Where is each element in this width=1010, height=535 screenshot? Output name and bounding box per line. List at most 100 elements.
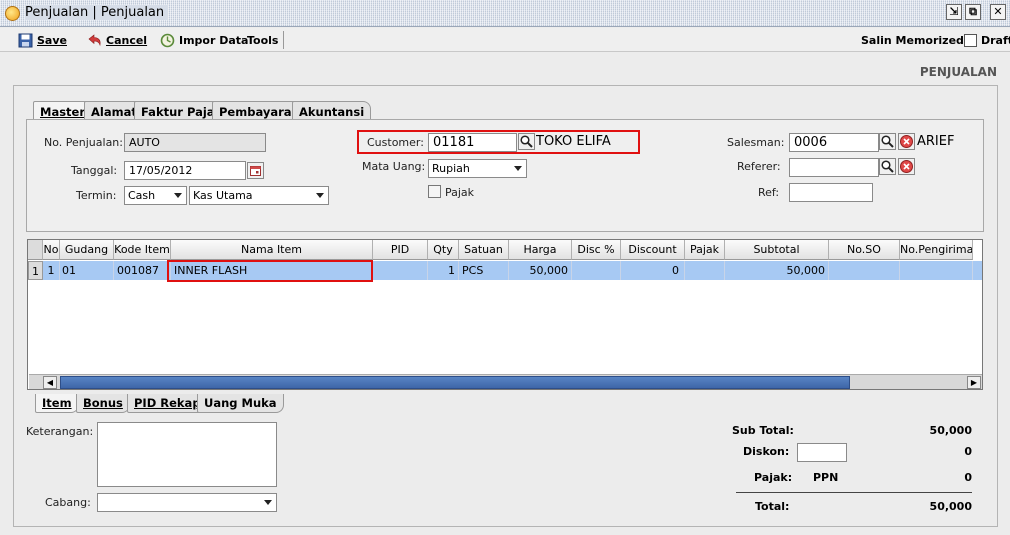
tools-menu-button[interactable]: Tools [247, 31, 278, 49]
referer-search-button[interactable] [879, 158, 896, 175]
tab-pid-rekap[interactable]: PID Rekap [127, 394, 208, 413]
col-gudang[interactable]: Gudang [60, 240, 114, 260]
diskon-field[interactable] [797, 443, 847, 462]
referer-label: Referer: [737, 160, 781, 173]
salesman-label: Salesman: [727, 136, 785, 149]
cell-pid[interactable] [373, 261, 428, 280]
col-no-pengiriman[interactable]: No.Pengiriman [900, 240, 973, 260]
col-pid[interactable]: PID [373, 240, 428, 260]
pajak-total-label: Pajak: [754, 471, 793, 484]
cell-disc-pct[interactable] [572, 261, 621, 280]
total-label: Total: [755, 500, 790, 513]
col-satuan[interactable]: Satuan [459, 240, 509, 260]
cell-pajak[interactable] [685, 261, 725, 280]
horizontal-scrollbar[interactable]: ◀ ▶ [29, 374, 982, 389]
restore-icon[interactable]: ⇲ [946, 4, 962, 20]
grid-corner [28, 240, 43, 260]
mata-uang-select[interactable]: Rupiah [428, 159, 527, 178]
scroll-thumb[interactable] [60, 376, 850, 389]
save-button[interactable]: Save [18, 31, 67, 49]
customer-name: TOKO ELIFA [536, 134, 611, 149]
pajak-label: Pajak [445, 186, 475, 199]
tab-uang-muka[interactable]: Uang Muka [197, 394, 284, 413]
col-qty[interactable]: Qty [428, 240, 459, 260]
referer-clear-button[interactable] [898, 158, 915, 175]
salesman-code-field[interactable]: 0006 [789, 133, 879, 152]
search-icon [881, 135, 894, 148]
tab-bonus[interactable]: Bonus [76, 394, 130, 413]
keterangan-textarea[interactable] [97, 422, 277, 487]
diskon-value: 0 [964, 445, 972, 458]
cell-qty[interactable]: 1 [428, 261, 459, 280]
cell-no-pengiriman[interactable] [900, 261, 973, 280]
diskon-label: Diskon: [743, 445, 790, 458]
salin-memorized-button[interactable]: Salin Memorized [861, 31, 964, 49]
toolbar-divider [283, 31, 284, 49]
no-penjualan-label: No. Penjualan: [44, 136, 123, 149]
cabang-select[interactable] [97, 493, 277, 512]
col-discount[interactable]: Discount [621, 240, 685, 260]
no-penjualan-field[interactable]: AUTO [124, 133, 266, 152]
chevron-down-icon [174, 193, 182, 198]
app-icon [5, 6, 20, 21]
referer-field[interactable] [789, 158, 879, 177]
clear-icon [900, 160, 913, 173]
row-number: 1 [28, 261, 43, 280]
search-icon [881, 160, 894, 173]
cell-no-so[interactable] [829, 261, 900, 280]
cell-discount[interactable]: 0 [621, 261, 685, 280]
pajak-total-value: 0 [964, 471, 972, 484]
col-disc-pct[interactable]: Disc % [572, 240, 621, 260]
customer-code-field[interactable]: 01181 [428, 133, 517, 152]
tanggal-field[interactable]: 17/05/2012 [124, 161, 246, 180]
total-value: 50,000 [929, 500, 972, 513]
col-harga[interactable]: Harga [509, 240, 572, 260]
draft-checkbox-box[interactable] [964, 33, 977, 47]
cabang-label: Cabang: [45, 496, 91, 509]
cancel-button[interactable]: Cancel [87, 31, 147, 49]
salesman-search-button[interactable] [879, 133, 896, 150]
popout-icon[interactable]: ⧉ [965, 4, 981, 20]
cell-subtotal[interactable]: 50,000 [725, 261, 829, 280]
window-title: Penjualan | Penjualan [25, 5, 169, 20]
pajak-checkbox[interactable] [428, 185, 441, 198]
col-no-so[interactable]: No.SO [829, 240, 900, 260]
draft-checkbox[interactable]: Draft [964, 31, 1010, 49]
cell-gudang[interactable]: 01 [60, 261, 114, 280]
import-data-button[interactable]: Impor Data [160, 31, 248, 49]
close-icon[interactable]: ✕ [990, 4, 1006, 20]
termin-select[interactable]: Cash [124, 186, 187, 205]
col-subtotal[interactable]: Subtotal [725, 240, 829, 260]
kas-select[interactable]: Kas Utama [189, 186, 329, 205]
cell-kode-item[interactable]: 001087 [114, 261, 171, 280]
item-grid: No Gudang Kode Item Nama Item PID Qty Sa… [27, 239, 983, 390]
scroll-left-icon[interactable]: ◀ [43, 376, 57, 389]
keterangan-label: Keterangan: [26, 425, 94, 438]
item-highlight [167, 260, 373, 282]
scroll-right-icon[interactable]: ▶ [967, 376, 981, 389]
cell-no[interactable]: 1 [43, 261, 60, 280]
cell-satuan[interactable]: PCS [459, 261, 509, 280]
tab-akuntansi[interactable]: Akuntansi [292, 101, 372, 120]
subtotal-label: Sub Total: [732, 424, 794, 437]
tab-item[interactable]: Item [35, 394, 79, 413]
ref-label: Ref: [758, 186, 780, 199]
customer-search-button[interactable] [518, 133, 535, 150]
col-pajak[interactable]: Pajak [685, 240, 725, 260]
salesman-name: ARIEF [917, 134, 955, 149]
col-kode-item[interactable]: Kode Item [114, 240, 171, 260]
mata-uang-label: Mata Uang: [362, 160, 426, 173]
tanggal-label: Tanggal: [71, 164, 118, 177]
search-icon [520, 135, 533, 148]
clear-icon [900, 135, 913, 148]
refresh-icon [160, 33, 175, 47]
page-title: PENJUALAN [919, 65, 997, 79]
total-divider [736, 492, 972, 493]
calendar-button[interactable] [247, 162, 264, 179]
ref-field[interactable] [789, 183, 873, 202]
col-nama-item[interactable]: Nama Item [171, 240, 373, 260]
termin-label: Termin: [76, 189, 117, 202]
col-no[interactable]: No [43, 240, 60, 260]
cell-harga[interactable]: 50,000 [509, 261, 572, 280]
salesman-clear-button[interactable] [898, 133, 915, 150]
